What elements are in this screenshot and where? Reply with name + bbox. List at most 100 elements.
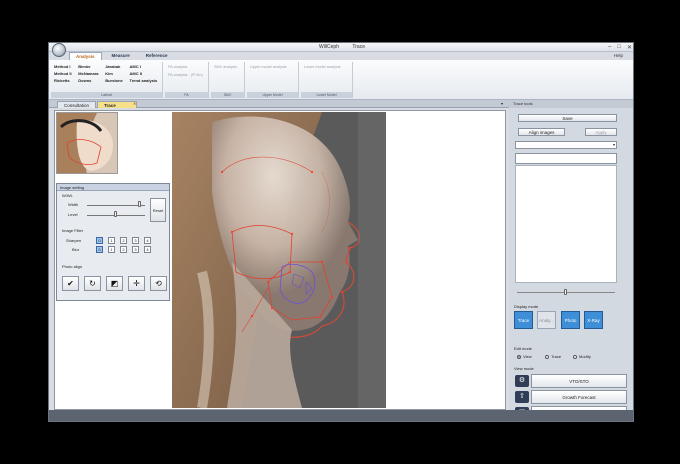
xray-illustration [172,112,386,408]
trace-tools-title: Trace tools [509,100,633,108]
analysis-item[interactable]: Downs [78,78,100,83]
blur-level-button[interactable]: 2 [120,246,127,253]
pa-analysis-button[interactable]: PA analysis [165,62,208,72]
width-slider[interactable] [138,201,142,207]
edit-mode-view-label: View [523,354,532,359]
align-images-button[interactable]: Align images [518,128,565,136]
save-button[interactable]: Save [518,114,617,122]
display-mode-label: Display mode [514,304,539,309]
lower-model-analysis-button[interactable]: Lower model analysis [301,62,352,72]
chevron-down-icon[interactable]: ▾ [501,101,503,106]
xray-image[interactable] [172,112,386,408]
display-trace-button[interactable]: Trace [514,311,533,329]
blur-level-button[interactable]: 3 [132,246,139,253]
chevron-down-icon: ▾ [612,142,615,147]
group-upper-model: Upper model analysis Upper Model [247,62,299,98]
analysis-item[interactable]: Jarabak [105,64,124,69]
sharpen-level-button[interactable]: 0 [96,237,103,244]
reset-button[interactable]: Reset [150,198,166,222]
rotate-icon[interactable]: ↻ [84,276,101,291]
analysis-item[interactable]: Kim [105,71,124,76]
maximize-button[interactable]: □ [617,44,621,51]
window-controls: – □ ✕ [608,44,632,51]
analysis-item[interactable]: Ricketts [54,78,73,83]
apply-button[interactable]: Apply [585,128,617,136]
preview-box [515,165,617,283]
analysis-item[interactable]: Method I [54,64,73,69]
trace-canvas[interactable]: Image setting W/WL Width Level Reset Ima… [54,110,506,410]
check-icon[interactable]: ✔ [62,276,79,291]
level-slider[interactable] [114,211,117,217]
app-window: WillCeph Trace – □ ✕ Analysis Measure Re… [48,42,634,422]
tab-consultation[interactable]: Consultation [57,101,97,108]
width-label: Width [68,202,79,207]
window-title: WillCeph Trace [49,44,633,50]
blur-label: Blur [72,247,80,252]
preview-slider[interactable] [564,289,567,295]
edit-mode-trace-radio[interactable]: Trace [545,354,561,359]
radio-icon [545,354,549,359]
edit-mode-modify-radio[interactable]: Modify [573,354,591,359]
close-tab-icon[interactable]: ✕ [133,101,136,106]
view-mode-label: View mode [514,366,534,371]
analysis-item[interactable]: Bimler [78,64,100,69]
group-label-smv: SMV [211,92,244,98]
image-filter-label: Image Filter [62,228,84,233]
tab-reference[interactable]: Reference [140,52,174,60]
image-setting-panel: Image setting W/WL Width Level Reset Ima… [56,183,170,301]
analysis-item[interactable]: Method II [54,71,73,76]
analysis-grid: Method I Bimler Jarabak AMC I Method II McNam… [51,62,162,85]
group-pa: PA analysis PA analysis · (PI lim) PA [165,62,209,98]
sharpen-level-button[interactable]: 3 [132,237,139,244]
group-label-lateral: Lateral [51,92,162,98]
display-analysis-button[interactable]: Analy... [537,311,556,329]
trace-tools-panel: Save Align images Apply ▾ Display mode T… [509,108,633,410]
title-doc: Trace [352,44,365,50]
display-xray-button[interactable]: X-Ray [584,311,603,329]
photo-align-label: Photo align [62,264,83,269]
width-slider-track [87,205,145,206]
sharpen-label: Sharpen [66,238,82,243]
ribbon-tabs: Analysis Measure Reference [69,52,174,60]
tab-trace[interactable]: Trace [97,101,137,108]
image-setting-title: Image setting [57,184,169,191]
view-mode-button[interactable]: Growth Forecast [531,390,627,404]
edit-mode-modify-label: Modify [579,354,591,359]
close-button[interactable]: ✕ [627,44,632,51]
move-icon[interactable]: ✛ [128,276,145,291]
group-smv: SMV analysis SMV [211,62,245,98]
smv-analysis-button[interactable]: SMV analysis [211,62,244,72]
view-mode-button[interactable]: VTO/STO [531,374,627,388]
analysis-item[interactable]: McNamara [78,71,100,76]
tab-measure[interactable]: Measure [106,52,136,60]
wwl-label: W/WL [62,193,73,198]
upper-model-analysis-button[interactable]: Upper model analysis [247,62,298,72]
radio-icon [573,354,577,359]
radio-selected-icon [517,354,521,359]
edit-mode-trace-label: Trace [551,354,562,359]
tab-analysis[interactable]: Analysis [69,52,102,60]
reset-label: Reset [152,207,164,213]
blur-level-button[interactable]: 0 [96,246,103,253]
group-label-pa: PA [165,92,208,98]
analysis-item[interactable]: AMC I [129,64,159,69]
help-link[interactable]: Help [614,53,623,58]
blur-level-button[interactable]: 1 [108,246,115,253]
edit-mode-view-radio[interactable]: View [517,354,532,359]
image-name-field[interactable] [515,153,617,164]
display-photo-button[interactable]: Photo [561,311,580,329]
app-menu-orb[interactable] [52,43,66,57]
sharpen-level-button[interactable]: 1 [108,237,115,244]
blur-level-button[interactable]: 4 [144,246,151,253]
photo-thumbnail[interactable] [56,112,118,174]
refresh-icon[interactable]: ⟲ [150,276,167,291]
sharpen-level-button[interactable]: 4 [144,237,151,244]
pa-analysis-pi-button[interactable]: PA analysis · (PI lim) [165,72,208,80]
minimize-button[interactable]: – [608,44,611,51]
analysis-item[interactable]: AMC II [129,71,159,76]
analysis-item[interactable]: Burstone [105,78,124,83]
image-select[interactable]: ▾ [515,141,617,149]
analysis-item[interactable]: Trend analysis [129,78,159,83]
crop-icon[interactable]: ◩ [106,276,123,291]
sharpen-level-button[interactable]: 2 [120,237,127,244]
